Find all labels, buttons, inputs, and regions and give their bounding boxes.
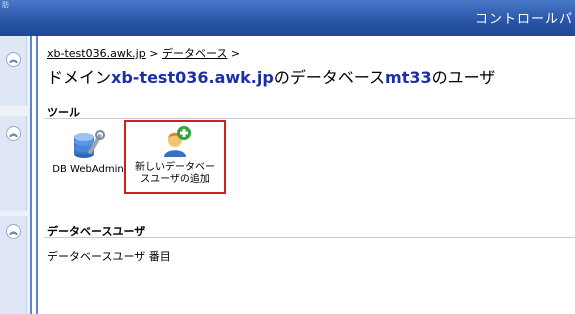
header-bar: 肪 コントロールパ bbox=[0, 0, 575, 36]
breadcrumb-separator: > bbox=[227, 47, 241, 60]
left-sidebar: ︽ ︽ ︽ bbox=[0, 36, 30, 314]
divider bbox=[36, 36, 38, 314]
page-title-db-name: mt33 bbox=[385, 68, 432, 87]
database-settings-icon bbox=[74, 130, 105, 158]
breadcrumb-host-link[interactable]: xb-test036.awk.jp bbox=[47, 47, 146, 60]
db-webadmin-label: DB WebAdmin bbox=[52, 164, 124, 175]
db-webadmin-tool[interactable]: DB WebAdmin bbox=[52, 128, 124, 176]
collapse-icon[interactable]: ︽ bbox=[6, 126, 21, 141]
header-tiny-text: 肪 bbox=[2, 1, 9, 9]
page-title-domain: xb-test036.awk.jp bbox=[111, 68, 274, 87]
add-db-user-label-line2: スユーザの追加 bbox=[140, 174, 210, 185]
sidebar-panel-2: ︽ bbox=[0, 116, 27, 211]
collapse-icon[interactable]: ︽ bbox=[6, 224, 21, 239]
section-divider bbox=[44, 237, 575, 238]
sidebar-panel-1: ︽ bbox=[0, 36, 27, 106]
add-db-user-label-line1: 新しいデータベー bbox=[135, 162, 215, 173]
users-empty-text: データベースユーザ 番目 bbox=[47, 250, 171, 263]
page-title-middle: のデータベース bbox=[273, 68, 386, 87]
collapse-icon[interactable]: ︽ bbox=[6, 52, 21, 67]
page-title-suffix: のユーザ bbox=[431, 68, 496, 87]
breadcrumb: xb-test036.awk.jp > データベース > bbox=[47, 45, 240, 61]
page-title-prefix: ドメイン bbox=[47, 68, 112, 87]
header-title: コントロールパ bbox=[474, 12, 573, 27]
breadcrumb-database-link[interactable]: データベース bbox=[162, 47, 227, 60]
page-title: ドメインxb-test036.awk.jpのデータベースmt33のユーザ bbox=[47, 64, 495, 88]
sidebar-panel-3: ︽ bbox=[0, 216, 27, 314]
section-divider bbox=[44, 118, 575, 119]
add-user-icon bbox=[164, 126, 191, 157]
breadcrumb-separator: > bbox=[145, 47, 162, 60]
divider bbox=[30, 36, 32, 314]
add-db-user-tool[interactable]: 新しいデータベー スユーザの追加 bbox=[126, 126, 224, 186]
